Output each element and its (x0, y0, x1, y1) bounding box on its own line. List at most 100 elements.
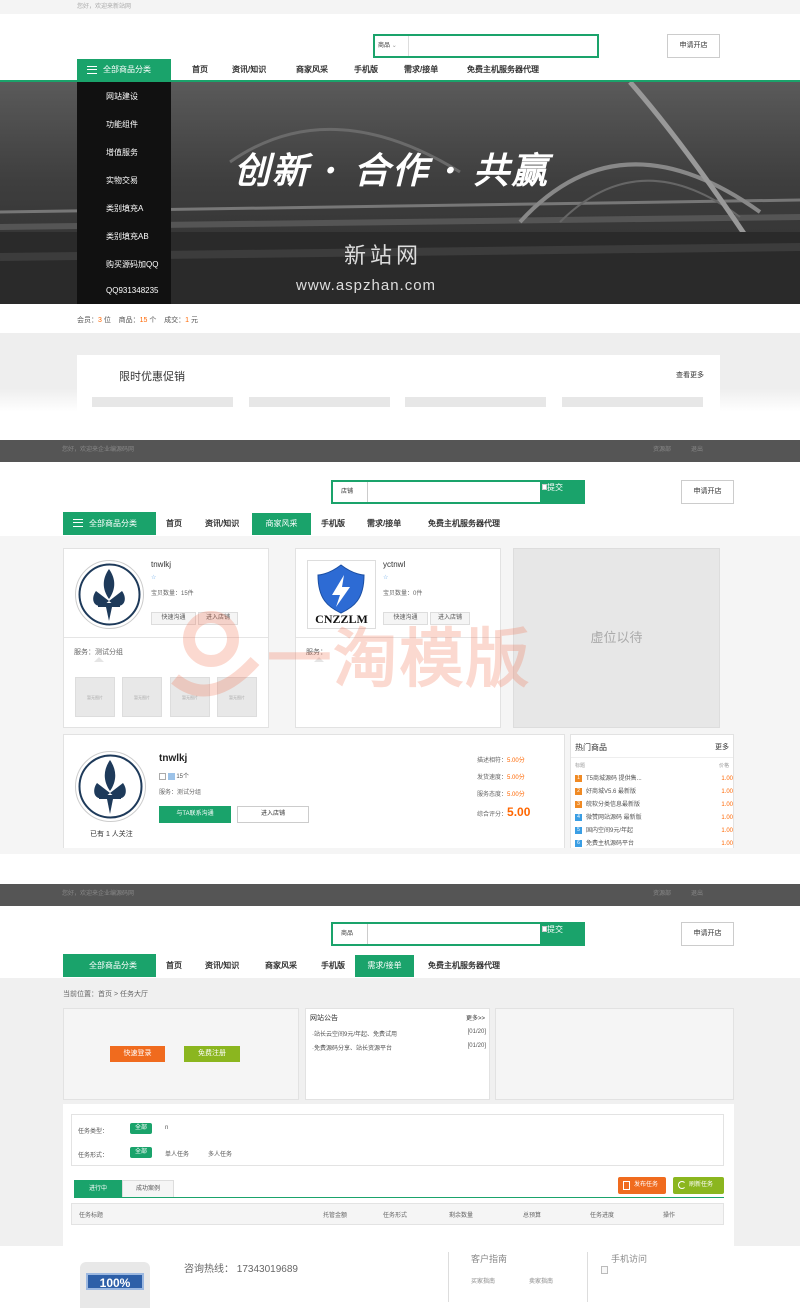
search-input[interactable] (369, 924, 541, 944)
guide-link-seller[interactable]: 卖家指南 (529, 1276, 553, 1285)
notice-panel: 网站公告 更多>> ·站长云空间9元/年起、免费试用 [01/20] ·免费源码分… (305, 1008, 490, 1100)
nav-mobile[interactable]: 手机版 (321, 516, 345, 532)
category-item[interactable]: 网站建设 (106, 91, 138, 102)
deals-unit: 元 (191, 317, 199, 324)
category-item[interactable]: 实物交易 (106, 175, 138, 186)
publish-task-button[interactable]: 发布任务 (618, 1177, 666, 1194)
promo-item[interactable] (405, 397, 546, 407)
hot-more-link[interactable]: 更多 (715, 742, 729, 752)
filter-all-type[interactable]: 全部 (130, 1123, 152, 1134)
filter-multi[interactable]: 多人任务 (208, 1149, 232, 1158)
category-item[interactable]: 功能组件 (106, 119, 138, 130)
nav-hosting[interactable]: 免费主机服务器代理 (428, 958, 500, 974)
category-item[interactable]: QQ931348235 (106, 285, 166, 296)
watermark-logo: 一淘模版 (165, 608, 531, 700)
nav-news[interactable]: 资讯/知识 (232, 62, 266, 78)
category-item[interactable]: 购买源码加QQ (106, 259, 158, 270)
nav-home[interactable]: 首页 (166, 516, 182, 532)
logout-link[interactable]: 退出 (691, 884, 703, 904)
nav-mobile[interactable]: 手机版 (354, 62, 378, 78)
search-type-select[interactable]: 商品 (333, 924, 368, 944)
nav-demand[interactable]: 需求/接单 (404, 62, 438, 78)
search-submit-button[interactable]: 提交 (540, 482, 583, 502)
banner-title: 创新 · 合作 · 共赢 (234, 150, 550, 192)
tab-ongoing[interactable]: 进行中 (74, 1180, 122, 1198)
qr-code-image[interactable] (601, 1266, 608, 1274)
caret-icon (94, 657, 104, 662)
product-thumbnail[interactable]: 暂无图片 (75, 677, 115, 717)
search-box[interactable]: 商品 ⌄ (373, 34, 599, 58)
category-item[interactable]: 增值服务 (106, 147, 138, 158)
search-input[interactable] (369, 482, 541, 502)
product-thumbnail[interactable]: 暂无图片 (122, 677, 162, 717)
contact-button[interactable]: 与TA联系沟通 (159, 806, 231, 823)
hot-item-title: 免费主机源码平台 (586, 841, 635, 847)
hot-item[interactable]: 2 好商城V5.6 最新版 1.00 (575, 786, 735, 799)
nav-merchants[interactable]: 商家风采 (265, 958, 297, 974)
guide-link-buyer[interactable]: 买家指南 (471, 1276, 495, 1285)
filter-type-n[interactable]: n (165, 1125, 168, 1131)
shop-logo[interactable] (75, 751, 146, 822)
search-box[interactable]: 商品 提交 (331, 922, 585, 946)
promo-item[interactable] (249, 397, 390, 407)
shop-name[interactable]: tnwlkj (159, 753, 187, 764)
nav-home[interactable]: 首页 (192, 62, 208, 78)
notice-more-link[interactable]: 更多>> (466, 1013, 485, 1022)
nav-hosting[interactable]: 免费主机服务器代理 (428, 516, 500, 532)
divider (448, 1252, 449, 1302)
filter-all-form[interactable]: 全部 (130, 1147, 152, 1158)
rating-shipping: 发货速度：5.00分 (477, 772, 525, 781)
notice-date: [01/20] (467, 1029, 486, 1035)
user-link[interactable]: 资源部 (653, 884, 671, 904)
register-button[interactable]: 免费注册 (184, 1046, 240, 1062)
apply-shop-button[interactable]: 申请开店 (667, 34, 720, 58)
user-link[interactable]: 资源部 (653, 440, 671, 460)
search-submit-button[interactable]: 提交 (540, 924, 583, 944)
shop-name[interactable]: yctnwl (383, 560, 405, 569)
promo-item[interactable] (562, 397, 703, 407)
tab-cases[interactable]: 成功案例 (122, 1180, 174, 1198)
hot-item-price: 1.00 (721, 815, 733, 821)
shop-logo[interactable] (75, 560, 144, 629)
category-item[interactable]: 类别填充AB (106, 231, 149, 242)
nav-merchants[interactable]: 商家风采 (252, 513, 311, 535)
rank-badge: 1 (575, 774, 582, 782)
nav-home[interactable]: 首页 (166, 958, 182, 974)
rating-label: 服务态度： (477, 792, 508, 798)
filter-single[interactable]: 单人任务 (165, 1149, 189, 1158)
quick-login-button[interactable]: 快速登录 (110, 1046, 165, 1062)
hot-item-price: 1.00 (721, 776, 733, 782)
welcome-text: 您好，欢迎来新站网 (77, 4, 132, 10)
ad-placeholder[interactable]: 虚位以待 (513, 548, 720, 728)
nav-demand[interactable]: 需求/接单 (367, 516, 401, 532)
nav-news[interactable]: 资讯/知识 (205, 516, 239, 532)
logout-link[interactable]: 退出 (691, 440, 703, 460)
hotline-number: 17343019689 (236, 1264, 298, 1275)
nav-news[interactable]: 资讯/知识 (205, 958, 239, 974)
nav-mobile[interactable]: 手机版 (321, 958, 345, 974)
nav-demand[interactable]: 需求/接单 (355, 955, 414, 977)
search-input[interactable] (411, 36, 597, 56)
hot-item[interactable]: 5 国内空间9元/年起 1.00 (575, 825, 735, 838)
apply-shop-button[interactable]: 申请开店 (681, 922, 734, 946)
promo-more-link[interactable]: 查看更多 (676, 370, 704, 380)
enter-shop-button[interactable]: 进入店铺 (237, 806, 309, 823)
refresh-task-button[interactable]: 刷新任务 (673, 1177, 724, 1194)
notice-item[interactable]: ·免费源码分享、站长资源平台 [01/20] (312, 1043, 486, 1052)
deals-count: 1 (185, 317, 190, 324)
search-type-select[interactable]: 店铺 (333, 482, 368, 502)
apply-shop-button[interactable]: 申请开店 (681, 480, 734, 504)
hot-item[interactable]: 4 微赞网站源码 最新版 1.00 (575, 812, 735, 825)
promo-item[interactable] (92, 397, 233, 407)
hot-item[interactable]: 1 T5商城源码 提供售... 1.00 (575, 773, 735, 786)
shop-name[interactable]: tnwlkj (151, 560, 171, 569)
notice-item[interactable]: ·站长云空间9元/年起、免费试用 [01/20] (312, 1029, 486, 1038)
goods-label: 商品： (118, 317, 140, 324)
category-item[interactable]: 类别填充A (106, 203, 143, 214)
nav-hosting[interactable]: 免费主机服务器代理 (467, 62, 539, 78)
hot-item[interactable]: 3 皖软分类信息最新版 1.00 (575, 799, 735, 812)
search-type-select[interactable]: 商品 ⌄ (375, 36, 409, 56)
search-box[interactable]: 店铺 提交 (331, 480, 585, 504)
nav-merchants[interactable]: 商家风采 (296, 62, 328, 78)
hot-item-title: 国内空间9元/年起 (586, 828, 634, 834)
